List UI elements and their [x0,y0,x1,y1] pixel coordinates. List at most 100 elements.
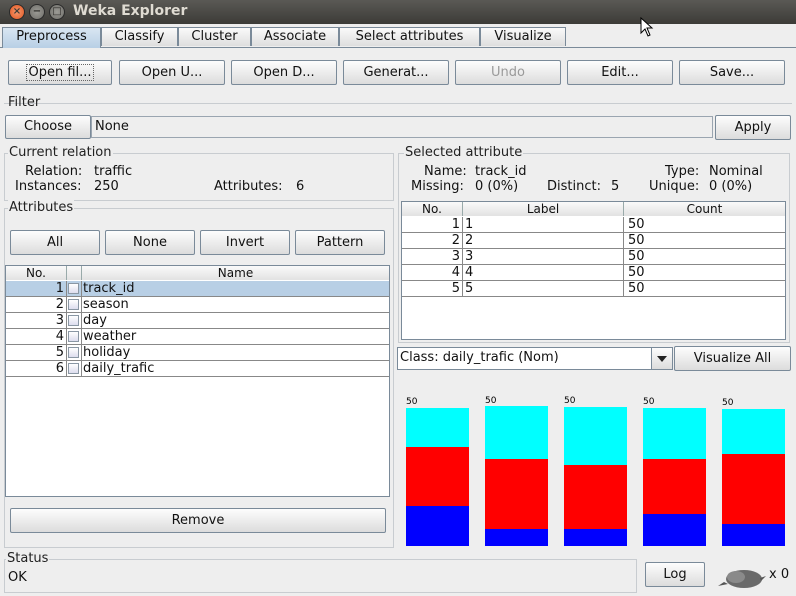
row-name: day [83,313,107,328]
weka-bird-icon [718,570,766,588]
table-row[interactable]: 4 weather [6,329,389,345]
tab-cluster[interactable]: Cluster [178,27,251,46]
row-no: 2 [6,297,67,312]
col-header-no[interactable]: No. [6,266,67,280]
table-row[interactable]: 1 1 50 [402,217,785,233]
table-row[interactable]: 5 holiday [6,345,389,361]
col-header-name[interactable]: Name [82,266,389,280]
table-row[interactable]: 2 season [6,297,389,313]
row-name: season [83,297,129,312]
table-row[interactable]: 2 2 50 [402,233,785,249]
class-select[interactable]: Class: daily_trafic (Nom) [397,347,673,370]
row-label: 1 [463,217,624,232]
row-no: 4 [6,329,67,344]
col-header-count[interactable]: Count [624,202,785,216]
row-count: 50 [628,249,645,264]
relation-value: traffic [94,164,133,179]
invert-selection-button[interactable]: Invert [200,230,290,255]
row-count: 50 [628,233,645,248]
tab-classify[interactable]: Classify [101,27,178,46]
row-name: weather [83,329,137,344]
edit-button[interactable]: Edit... [567,60,673,85]
table-row[interactable]: 4 4 50 [402,265,785,281]
select-all-button[interactable]: All [10,230,100,255]
instances-label: Instances: [15,179,82,194]
row-checkbox-cell [67,329,82,344]
row-label: 4 [463,265,624,280]
sel-name-label: Name: [424,164,467,179]
save-button[interactable]: Save... [679,60,785,85]
choose-filter-button[interactable]: Choose [5,115,91,139]
apply-filter-button[interactable]: Apply [715,115,791,140]
select-none-button[interactable]: None [105,230,195,255]
histogram-bar-segment [722,409,785,454]
sel-unique-label: Unique: [649,179,700,194]
remove-attributes-button[interactable]: Remove [10,508,386,533]
generate-button[interactable]: Generat... [343,60,449,85]
tab-preprocess[interactable]: Preprocess [2,27,101,48]
histogram-bar-segment [406,447,469,506]
histogram-bar-segment [564,407,627,465]
tab-visualize[interactable]: Visualize [480,27,566,46]
open-file-button[interactable]: Open fil... [8,60,112,85]
sel-unique-value: 0 (0%) [709,179,753,194]
table-row[interactable]: 3 day [6,313,389,329]
labels-table: No. Label Count 1 1 50 2 2 50 3 3 50 4 4… [401,201,786,340]
close-window-button[interactable]: × [9,4,25,20]
histogram-bar-segment [485,529,548,546]
histogram-bar-segment [643,459,706,514]
row-label: 5 [463,281,624,296]
tab-associate[interactable]: Associate [251,27,339,46]
row-checkbox[interactable] [68,331,79,342]
row-checkbox[interactable] [68,283,79,294]
maximize-window-button[interactable]: □ [49,4,65,20]
relation-label: Relation: [25,164,83,179]
row-no: 1 [6,281,67,296]
histogram-bar-segment [722,454,785,524]
row-checkbox-cell [67,313,82,328]
row-checkbox[interactable] [68,347,79,358]
chevron-down-icon[interactable] [651,348,672,369]
filter-field[interactable]: None [91,116,713,138]
row-checkbox[interactable] [68,315,79,326]
row-checkbox-cell [67,297,82,312]
sel-missing-label: Missing: [411,179,464,194]
table-row[interactable]: 6 daily_trafic [6,361,389,377]
col-header-no[interactable]: No. [402,202,463,216]
row-name: daily_trafic [83,361,155,376]
class-histogram: 50 50 50 50 50 [398,378,790,550]
undo-button[interactable]: Undo [455,60,561,85]
row-no: 3 [402,249,463,264]
row-no: 5 [402,281,463,296]
row-checkbox[interactable] [68,363,79,374]
row-no: 3 [6,313,67,328]
current-relation-title: Current relation [8,145,113,160]
col-header-check[interactable] [67,266,82,280]
attributes-count-value: 6 [296,179,305,194]
log-button[interactable]: Log [645,562,705,587]
histogram-bar-label: 50 [643,397,655,407]
sel-name-value: track_id [475,164,527,179]
visualize-all-button[interactable]: Visualize All [674,346,791,371]
open-db-button[interactable]: Open D... [231,60,337,85]
table-row[interactable]: 3 3 50 [402,249,785,265]
row-count: 50 [628,281,645,296]
table-row[interactable]: 5 5 50 [402,281,785,297]
col-header-label[interactable]: Label [463,202,624,216]
open-url-button[interactable]: Open U... [119,60,225,85]
tab-select-attributes[interactable]: Select attributes [339,27,480,46]
row-no: 2 [402,233,463,248]
histogram-bar-segment [406,408,469,447]
row-checkbox-cell [67,281,82,296]
minimize-window-button[interactable]: − [29,4,45,20]
status-panel [4,559,637,593]
row-count: 50 [628,217,645,232]
pattern-button[interactable]: Pattern [295,230,385,255]
sel-missing-value: 0 (0%) [475,179,519,194]
class-select-value: Class: daily_trafic (Nom) [400,350,559,365]
histogram-bar-label: 50 [485,396,497,406]
status-title: Status [6,551,50,566]
table-row[interactable]: 1 track_id [6,281,389,297]
histogram-bar-segment [485,459,548,529]
row-checkbox[interactable] [68,299,79,310]
